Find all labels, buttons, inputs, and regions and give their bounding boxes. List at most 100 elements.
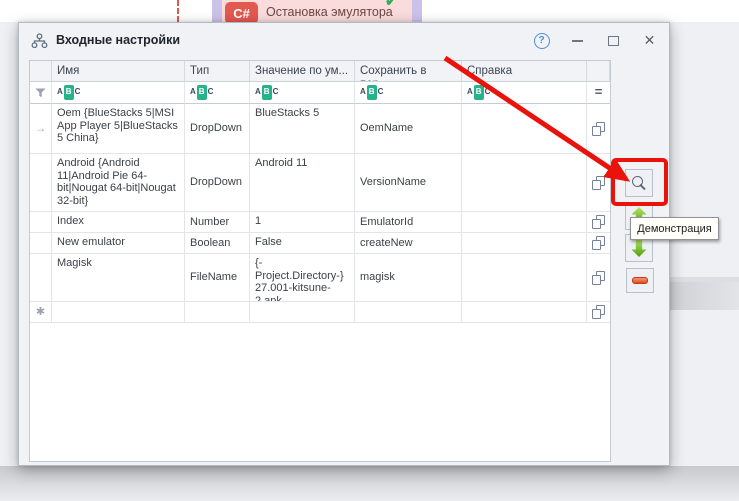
cell-name[interactable]: Oem {BlueStacks 5|MSI App Player 5|BlueS… (52, 104, 185, 154)
copy-icon[interactable] (592, 215, 605, 229)
abc-filter-icon: ABC (360, 85, 383, 100)
filter-type[interactable]: ABC (185, 82, 250, 104)
new-row[interactable]: ✱ (30, 302, 610, 323)
table-row[interactable]: Android {Android 11|Android Pie 64-bit|N… (30, 154, 610, 212)
table-header-row: Имя Тип Значение по ум... Сохранить в пе… (30, 61, 610, 82)
table-row[interactable]: New emulator Boolean False createNew (30, 233, 610, 254)
cell-name[interactable]: Index (52, 212, 185, 233)
minus-icon (632, 277, 648, 284)
cell-save[interactable]: OemName (355, 104, 462, 154)
abc-filter-icon: ABC (190, 85, 213, 100)
cell-help[interactable] (462, 254, 587, 302)
row-indicator-current: → (30, 104, 52, 154)
cell-actions[interactable] (587, 233, 610, 254)
header-type[interactable]: Тип (185, 61, 250, 82)
settings-table: Имя Тип Значение по ум... Сохранить в пе… (29, 60, 611, 462)
abc-filter-icon: ABC (467, 85, 490, 100)
cell-type[interactable]: DropDown (185, 154, 250, 212)
header-save[interactable]: Сохранить в пер... (355, 61, 462, 82)
minimize-button[interactable] (568, 31, 587, 50)
abc-filter-icon: ABC (255, 85, 278, 100)
filter-help[interactable]: ABC (462, 82, 587, 104)
help-button[interactable]: ? (532, 31, 551, 50)
background-node-label: Остановка эмулятора (266, 5, 393, 19)
cell-type[interactable]: Number (185, 212, 250, 233)
csharp-icon: C# (225, 2, 258, 22)
remove-button[interactable] (626, 268, 654, 293)
cell-default[interactable]: Android 11 (250, 154, 355, 212)
cell-name[interactable]: Magisk (52, 254, 185, 302)
copy-icon[interactable] (592, 271, 605, 285)
cell-save[interactable]: magisk (355, 254, 462, 302)
cell-type[interactable]: FileName (185, 254, 250, 302)
cell-help[interactable] (462, 104, 587, 154)
copy-icon[interactable] (592, 305, 605, 319)
cell-actions[interactable] (587, 212, 610, 233)
help-icon: ? (534, 33, 550, 49)
background-canvas: C# Остановка эмулятора ✔ (0, 0, 739, 22)
table-row[interactable]: → Oem {BlueStacks 5|MSI App Player 5|Blu… (30, 104, 610, 154)
cell-actions[interactable] (587, 254, 610, 302)
copy-icon[interactable] (592, 236, 605, 250)
cell-save[interactable]: EmulatorId (355, 212, 462, 233)
header-indicator (30, 61, 52, 82)
copy-icon[interactable] (592, 176, 605, 190)
hierarchy-icon (30, 32, 49, 51)
new-row-asterisk-icon: ✱ (36, 306, 45, 319)
filter-save[interactable]: ABC (355, 82, 462, 104)
node-port-right (412, 0, 422, 22)
cell-help[interactable] (462, 302, 587, 323)
background-node: C# Остановка эмулятора (222, 0, 412, 22)
cell-default[interactable]: 1 (250, 212, 355, 233)
filter-operator[interactable]: = (587, 82, 610, 104)
tooltip: Демонстрация (630, 217, 719, 240)
funnel-icon (35, 88, 46, 98)
cell-default[interactable] (250, 302, 355, 323)
cell-save[interactable]: createNew (355, 233, 462, 254)
cell-name[interactable]: New emulator (52, 233, 185, 254)
cell-help[interactable] (462, 233, 587, 254)
cell-name[interactable]: Android {Android 11|Android Pie 64-bit|N… (52, 154, 185, 212)
minimize-icon (572, 40, 583, 42)
row-indicator (30, 254, 52, 302)
current-row-arrow-icon: → (35, 122, 47, 135)
table-row[interactable]: Magisk FileName {-Project.Directory-}27.… (30, 254, 610, 302)
cell-save[interactable] (355, 302, 462, 323)
maximize-button[interactable] (604, 31, 623, 50)
cell-type[interactable] (185, 302, 250, 323)
header-default[interactable]: Значение по ум... (250, 61, 355, 82)
connector-dashed-line (177, 0, 179, 22)
background-panel-band (670, 277, 739, 310)
cell-actions[interactable] (587, 104, 610, 154)
cell-default[interactable]: BlueStacks 5 (250, 104, 355, 154)
cell-default[interactable]: False (250, 233, 355, 254)
cell-default[interactable]: {-Project.Directory-}27.001-kitsune-2.ap… (250, 254, 355, 302)
equals-icon: = (595, 86, 603, 99)
copy-icon[interactable] (592, 122, 605, 136)
cell-type[interactable]: Boolean (185, 233, 250, 254)
filter-funnel-cell[interactable] (30, 82, 52, 104)
cell-save[interactable]: VersionName (355, 154, 462, 212)
maximize-icon (608, 36, 619, 46)
header-name[interactable]: Имя (52, 61, 185, 82)
row-indicator-new: ✱ (30, 302, 52, 323)
cell-help[interactable] (462, 212, 587, 233)
close-button[interactable]: ✕ (640, 31, 659, 50)
table-row[interactable]: Index Number 1 EmulatorId (30, 212, 610, 233)
filter-default[interactable]: ABC (250, 82, 355, 104)
cell-type[interactable]: DropDown (185, 104, 250, 154)
cell-actions[interactable] (587, 302, 610, 323)
filter-name[interactable]: ABC (52, 82, 185, 104)
cell-help[interactable] (462, 154, 587, 212)
arrow-down-icon (632, 239, 647, 257)
row-indicator (30, 212, 52, 233)
row-indicator (30, 233, 52, 254)
filter-row: ABC ABC ABC ABC ABC = (30, 82, 610, 104)
cell-name[interactable] (52, 302, 185, 323)
dialog-title: Входные настройки (56, 33, 180, 47)
node-port-left (212, 0, 222, 22)
abc-filter-icon: ABC (57, 85, 80, 100)
header-help[interactable]: Справка (462, 61, 587, 82)
dialog-titlebar[interactable]: Входные настройки ? ✕ (19, 23, 669, 60)
cell-actions[interactable] (587, 154, 610, 212)
